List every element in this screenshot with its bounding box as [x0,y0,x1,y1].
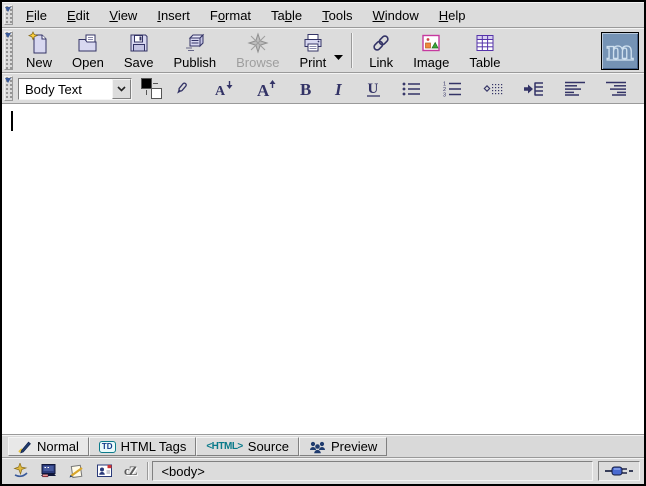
status-bar: cZ <body> [2,457,644,484]
numbered-list-button[interactable]: 1 2 3 [442,77,462,101]
background-color-swatch[interactable] [151,88,162,99]
online-status-cell[interactable] [598,461,640,481]
composer-icon[interactable] [68,463,86,479]
font-size-increase-icon: A [256,79,278,98]
td-tag-icon: TD [99,441,116,453]
browse-icon [246,31,270,55]
menu-edit[interactable]: Edit [57,5,99,26]
image-icon [419,31,443,55]
save-button[interactable]: Save [117,30,161,71]
link-button[interactable]: Link [362,30,400,71]
publish-icon [183,31,207,55]
align-left-button[interactable] [565,77,585,101]
align-right-icon [606,81,626,96]
toolbar-grippy[interactable] [4,31,13,70]
print-dropdown-arrow[interactable] [334,55,343,60]
html-source-icon: <HTML> [206,441,242,452]
menu-view[interactable]: View [99,5,147,26]
svg-text:3: 3 [443,93,446,98]
bold-icon: B [299,79,313,98]
indent-icon [523,81,544,97]
composer-window: File Edit View Insert Format Table Tools… [0,0,646,486]
print-button[interactable]: Print [292,30,333,71]
save-floppy-icon [127,31,151,55]
node-path-field[interactable]: <body> [152,461,593,481]
svg-text:U: U [367,81,378,97]
paragraph-style-dropdown-button[interactable] [112,79,131,99]
editor-canvas[interactable] [2,104,644,434]
component-bar: cZ [6,463,144,479]
menu-bar: File Edit View Insert Format Table Tools… [2,2,644,28]
table-button[interactable]: Table [462,30,507,71]
new-button[interactable]: New [19,30,59,71]
menu-tools[interactable]: Tools [312,5,362,26]
chevron-down-icon [117,86,126,92]
paragraph-style-value: Body Text [19,79,112,99]
svg-text:A: A [257,81,270,98]
highlighter-pen-icon [172,80,190,98]
open-folder-icon [76,31,100,55]
decrease-font-size-button[interactable]: A [214,77,235,101]
new-page-icon [27,31,51,55]
publish-button[interactable]: Publish [166,30,223,71]
link-chain-icon [369,31,393,55]
menu-format[interactable]: Format [200,5,261,26]
tab-source[interactable]: <HTML> Source [196,437,299,456]
main-toolbar: New Open Save [2,28,644,73]
svg-text:m: m [606,37,634,67]
menu-table[interactable]: Table [261,5,312,26]
edit-mode-tabbar: Normal TD HTML Tags <HTML> Source Previe… [2,434,644,457]
underline-icon: U [366,79,381,98]
menu-insert[interactable]: Insert [147,5,200,26]
increase-font-size-button[interactable]: A [256,77,278,101]
node-path-text: <body> [161,464,204,479]
toolbar-grippy[interactable] [4,5,13,25]
mail-icon[interactable] [40,463,58,479]
outdent-button[interactable] [483,77,503,101]
open-button[interactable]: Open [65,30,111,71]
text-color-picker[interactable] [141,78,162,99]
menu-window[interactable]: Window [363,5,429,26]
format-icon-group: A A B I [190,77,644,101]
online-plug-icon [605,465,633,477]
bullet-list-button[interactable] [401,77,421,101]
print-icon [301,31,325,55]
highlight-color-button[interactable] [172,77,190,101]
browse-button[interactable]: Browse [229,30,286,71]
font-size-decrease-icon: A [214,79,235,98]
tab-normal[interactable]: Normal [8,437,89,456]
menu-file[interactable]: File [16,5,57,26]
format-toolbar: Body Text A [2,73,644,104]
toolbar-separator [351,33,353,68]
svg-text:B: B [300,80,311,98]
table-icon [473,31,497,55]
mozilla-throbber[interactable]: m [601,32,639,70]
svg-text:I: I [334,80,343,98]
outdent-icon [483,81,503,97]
address-book-icon[interactable] [96,463,114,479]
normal-pen-icon [18,440,32,454]
chatzilla-icon[interactable]: cZ [124,463,136,479]
navigator-icon[interactable] [12,463,30,479]
text-caret [11,111,13,131]
statusbar-separator [147,462,149,480]
bold-button[interactable]: B [299,77,313,101]
menu-help[interactable]: Help [429,5,476,26]
align-right-button[interactable] [606,77,626,101]
underline-button[interactable]: U [366,77,381,101]
image-button[interactable]: Image [406,30,456,71]
indent-button[interactable] [523,77,544,101]
preview-crowd-icon [309,440,326,454]
tab-preview[interactable]: Preview [299,437,387,456]
toolbar-grippy[interactable] [4,76,13,101]
svg-text:A: A [215,84,226,98]
italic-icon: I [333,79,345,98]
bullet-list-icon [401,81,421,97]
align-left-icon [565,81,585,96]
tab-html-tags[interactable]: TD HTML Tags [89,437,196,456]
paragraph-style-select[interactable]: Body Text [18,78,132,100]
mozilla-m-logo-icon: m [604,35,636,67]
italic-button[interactable]: I [333,77,345,101]
numbered-list-icon: 1 2 3 [442,80,462,97]
